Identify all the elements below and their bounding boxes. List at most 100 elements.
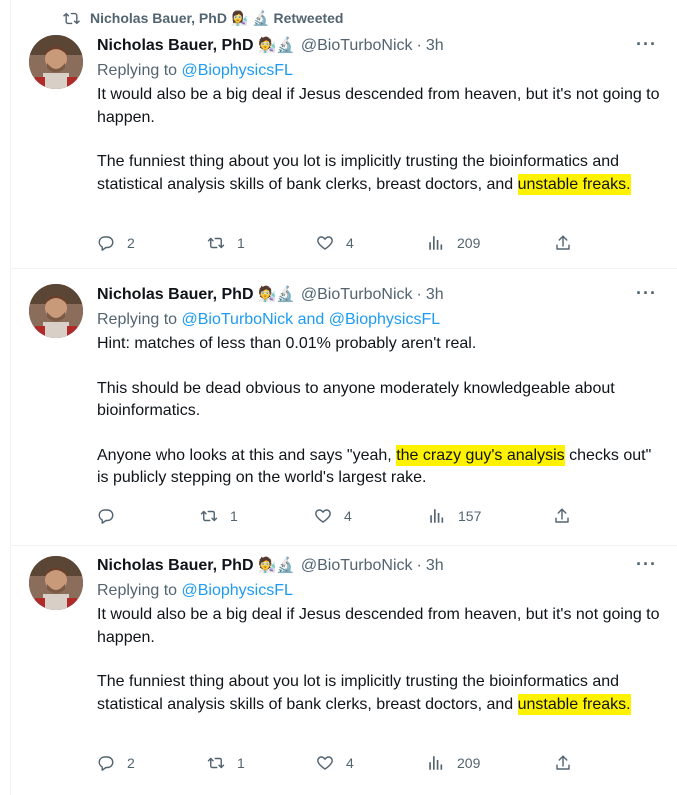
- replying-to: Replying to @BiophysicsFL: [97, 61, 293, 81]
- replying-label: Replying to: [97, 311, 178, 328]
- heart-icon: [317, 756, 333, 770]
- retweet-count: 1: [237, 235, 245, 251]
- heart-icon: [317, 236, 333, 250]
- timestamp[interactable]: 3h: [426, 556, 444, 576]
- tweet-paragraph: The funniest thing about you lot is impl…: [97, 671, 667, 716]
- highlighted-text: unstable freaks.: [517, 173, 631, 195]
- text-segment: Anyone who looks at this and says "yeah,: [97, 446, 397, 464]
- separator-dot: ·: [416, 557, 422, 574]
- share-button[interactable]: [553, 507, 571, 525]
- retweet-count: 1: [237, 755, 245, 771]
- replying-label: Replying to: [97, 62, 178, 79]
- retweet-button[interactable]: 1: [200, 507, 238, 525]
- tweet-text: It would also be a big deal if Jesus des…: [97, 84, 667, 196]
- left-divider: [10, 546, 11, 795]
- replying-to-link[interactable]: @BiophysicsFL: [182, 582, 293, 599]
- left-divider: [10, 0, 11, 268]
- like-count: 4: [346, 755, 354, 771]
- author-name[interactable]: Nicholas Bauer, PhD: [97, 556, 254, 576]
- action-bar: 1 4 157: [97, 507, 577, 527]
- share-icon: [555, 508, 569, 523]
- left-divider: [10, 269, 11, 545]
- share-icon: [556, 755, 570, 770]
- separator-dot: ·: [416, 37, 422, 54]
- tweet-text: Hint: matches of less than 0.01% probabl…: [97, 333, 667, 490]
- tweet[interactable]: Nicholas Bauer, PhD 🧑‍🔬🔬 @BioTurboNick ·…: [0, 269, 677, 545]
- reply-button[interactable]: 2: [97, 754, 135, 772]
- view-count: 209: [457, 755, 481, 771]
- author-name[interactable]: Nicholas Bauer, PhD: [97, 285, 254, 305]
- tweet-paragraph: Anyone who looks at this and says "yeah,…: [97, 444, 667, 490]
- replying-label: Replying to: [97, 582, 178, 599]
- retweet-count: 1: [230, 508, 238, 524]
- like-button[interactable]: 4: [316, 234, 354, 252]
- timestamp[interactable]: 3h: [426, 36, 444, 56]
- heart-icon: [315, 509, 331, 523]
- reply-icon: [98, 236, 114, 251]
- retweeted-text: Nicholas Bauer, PhD 👩‍🔬 🔬 Retweeted: [90, 10, 344, 26]
- more-icon[interactable]: ···: [636, 283, 657, 304]
- views-icon: [430, 509, 444, 523]
- scientist-emoji-icon: 🧑‍🔬🔬: [257, 286, 295, 303]
- tweet-header: Nicholas Bauer, PhD 🧑‍🔬🔬 @BioTurboNick ·…: [97, 36, 444, 56]
- avatar-photo: [29, 284, 83, 338]
- views-icon: [429, 756, 443, 770]
- like-button[interactable]: 4: [316, 754, 354, 772]
- tweet-paragraph: The funniest thing about you lot is impl…: [97, 151, 667, 196]
- avatar-photo: [29, 35, 83, 89]
- retweet-icon: [207, 757, 225, 769]
- retweet-button[interactable]: 1: [207, 754, 245, 772]
- tweet-paragraph: It would also be a big deal if Jesus des…: [97, 86, 660, 126]
- retweet-icon: [63, 12, 80, 25]
- reply-button[interactable]: 2: [97, 234, 135, 252]
- retweeted-banner: Nicholas Bauer, PhD 👩‍🔬 🔬 Retweeted: [63, 10, 343, 27]
- tweet-paragraph: This should be dead obvious to anyone mo…: [97, 379, 615, 420]
- retweet-button[interactable]: 1: [207, 234, 245, 252]
- retweet-icon: [207, 237, 225, 249]
- avatar-photo: [29, 556, 83, 610]
- reply-button[interactable]: [97, 507, 127, 525]
- tweet[interactable]: Nicholas Bauer, PhD 👩‍🔬 🔬 Retweeted Nich…: [0, 0, 677, 268]
- author-handle[interactable]: @BioTurboNick: [301, 36, 413, 56]
- views-button[interactable]: 209: [427, 234, 480, 252]
- more-icon[interactable]: ···: [636, 554, 657, 575]
- like-button[interactable]: 4: [314, 507, 352, 525]
- share-button[interactable]: [554, 754, 572, 772]
- avatar[interactable]: [29, 284, 83, 338]
- highlighted-text: the crazy guy's analysis: [396, 444, 565, 466]
- retweet-icon: [200, 510, 218, 522]
- author-name[interactable]: Nicholas Bauer, PhD: [97, 36, 254, 56]
- replying-to: Replying to @BioTurboNick and @Biophysic…: [97, 310, 440, 330]
- more-icon[interactable]: ···: [636, 34, 657, 55]
- tweet-paragraph: Hint: matches of less than 0.01% probabl…: [97, 335, 477, 352]
- views-button[interactable]: 157: [428, 507, 481, 525]
- views-button[interactable]: 209: [427, 754, 480, 772]
- separator-dot: ·: [416, 286, 422, 303]
- tweet-header: Nicholas Bauer, PhD 🧑‍🔬🔬 @BioTurboNick ·…: [97, 556, 444, 576]
- share-button[interactable]: [554, 234, 572, 252]
- reply-count: 2: [127, 235, 135, 251]
- tweet-header: Nicholas Bauer, PhD 🧑‍🔬🔬 @BioTurboNick ·…: [97, 285, 444, 305]
- scientist-emoji-icon: 🧑‍🔬🔬: [257, 37, 295, 54]
- like-count: 4: [346, 235, 354, 251]
- timestamp[interactable]: 3h: [426, 285, 444, 305]
- replying-to-link[interactable]: @BiophysicsFL: [182, 62, 293, 79]
- tweet-paragraph: It would also be a big deal if Jesus des…: [97, 606, 660, 646]
- like-count: 4: [344, 508, 352, 524]
- tweet-text: It would also be a big deal if Jesus des…: [97, 604, 667, 716]
- highlighted-text: unstable freaks.: [517, 693, 631, 715]
- reply-icon: [98, 756, 114, 771]
- avatar[interactable]: [29, 35, 83, 89]
- avatar[interactable]: [29, 556, 83, 610]
- tweet[interactable]: Nicholas Bauer, PhD 🧑‍🔬🔬 @BioTurboNick ·…: [0, 546, 677, 795]
- author-handle[interactable]: @BioTurboNick: [301, 285, 413, 305]
- scientist-emoji-icon: 🧑‍🔬🔬: [257, 557, 295, 574]
- action-bar: 2 1 4 209: [97, 754, 577, 774]
- view-count: 209: [457, 235, 481, 251]
- action-bar: 2 1 4 209: [97, 234, 577, 254]
- view-count: 157: [458, 508, 482, 524]
- author-handle[interactable]: @BioTurboNick: [301, 556, 413, 576]
- replying-to: Replying to @BiophysicsFL: [97, 581, 293, 601]
- views-icon: [429, 236, 443, 250]
- replying-to-link[interactable]: @BioTurboNick and @BiophysicsFL: [182, 311, 441, 328]
